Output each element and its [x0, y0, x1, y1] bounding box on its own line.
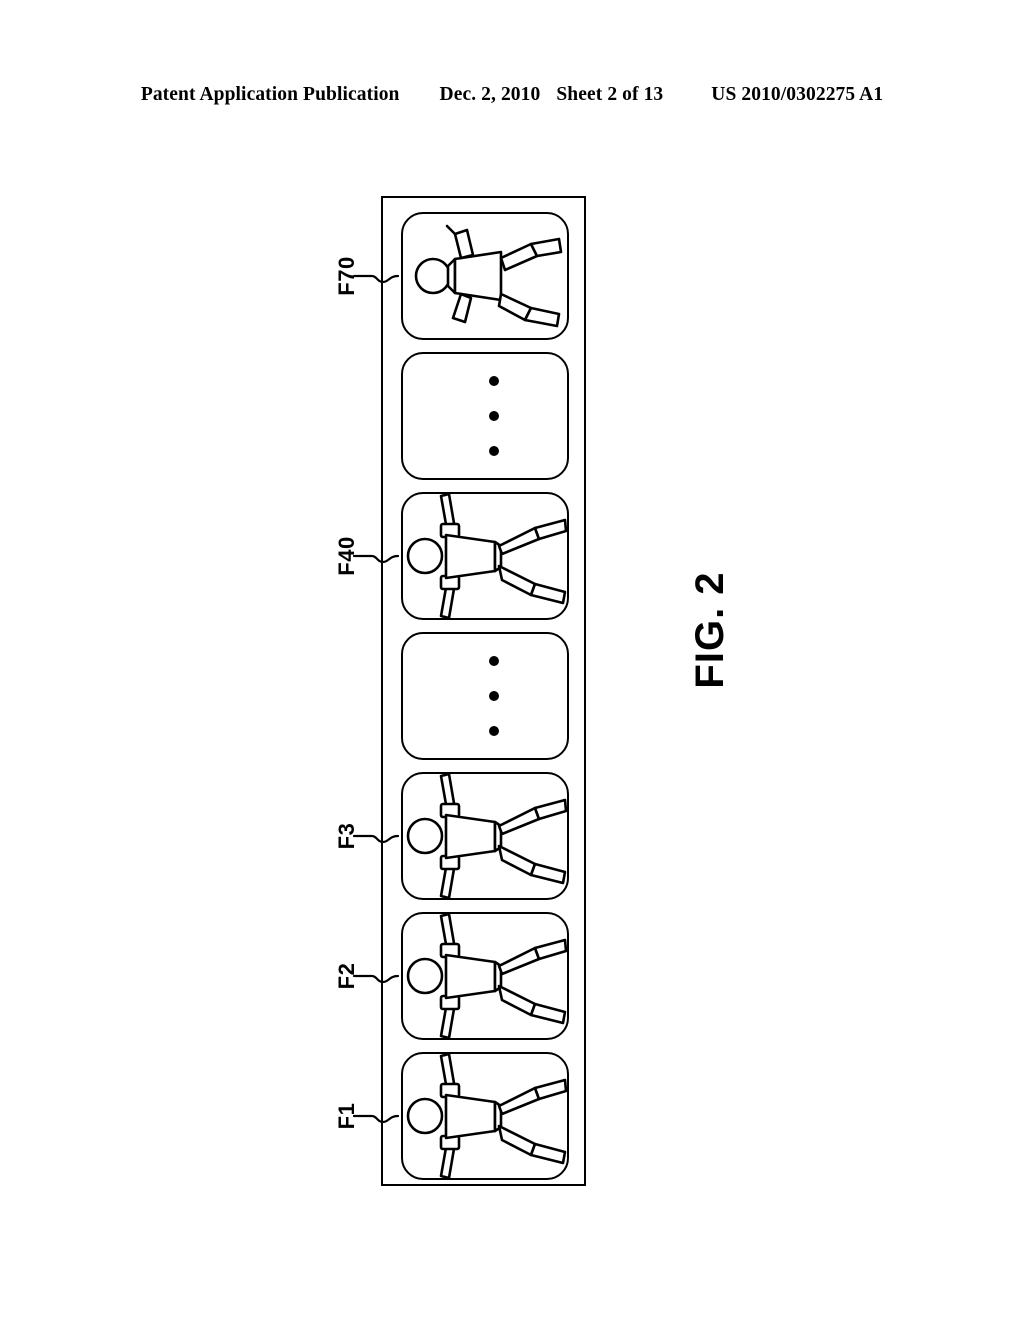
ellipsis-dots-upper [403, 354, 567, 478]
ellipsis-dot [489, 656, 499, 666]
frame-cell-f1 [401, 1052, 569, 1180]
pose-figure-f70 [414, 224, 563, 328]
frame-label-f40: F40 [334, 536, 359, 576]
pose-figure-f2 [406, 914, 567, 1038]
pose-figure-f40 [406, 494, 567, 618]
frame-sequence-container [381, 196, 586, 1186]
frame-label-f1: F1 [334, 1102, 359, 1130]
frame-label-f3: F3 [334, 822, 359, 850]
ellipsis-dots-lower [403, 634, 567, 758]
frame-cell-f40 [401, 492, 569, 620]
frame-cell-f2 [401, 912, 569, 1040]
ellipsis-dot [489, 446, 499, 456]
figure-2-drawing: F70 F40 F3 F2 F1 FIG. 2 [0, 0, 1024, 1320]
frame-label-f2: F2 [334, 962, 359, 990]
ellipsis-dot [489, 376, 499, 386]
pose-figure-f1 [406, 1054, 567, 1178]
frame-cell-f3 [401, 772, 569, 900]
figure-caption: FIG. 2 [687, 571, 732, 689]
frame-cell-f70 [401, 212, 569, 340]
pose-figure-f3 [406, 774, 567, 898]
ellipsis-dot [489, 691, 499, 701]
ellipsis-dot [489, 411, 499, 421]
frame-cell-ellipsis-lower [401, 632, 569, 760]
ellipsis-dot [489, 726, 499, 736]
frame-cell-ellipsis-upper [401, 352, 569, 480]
frame-label-f70: F70 [334, 256, 359, 296]
